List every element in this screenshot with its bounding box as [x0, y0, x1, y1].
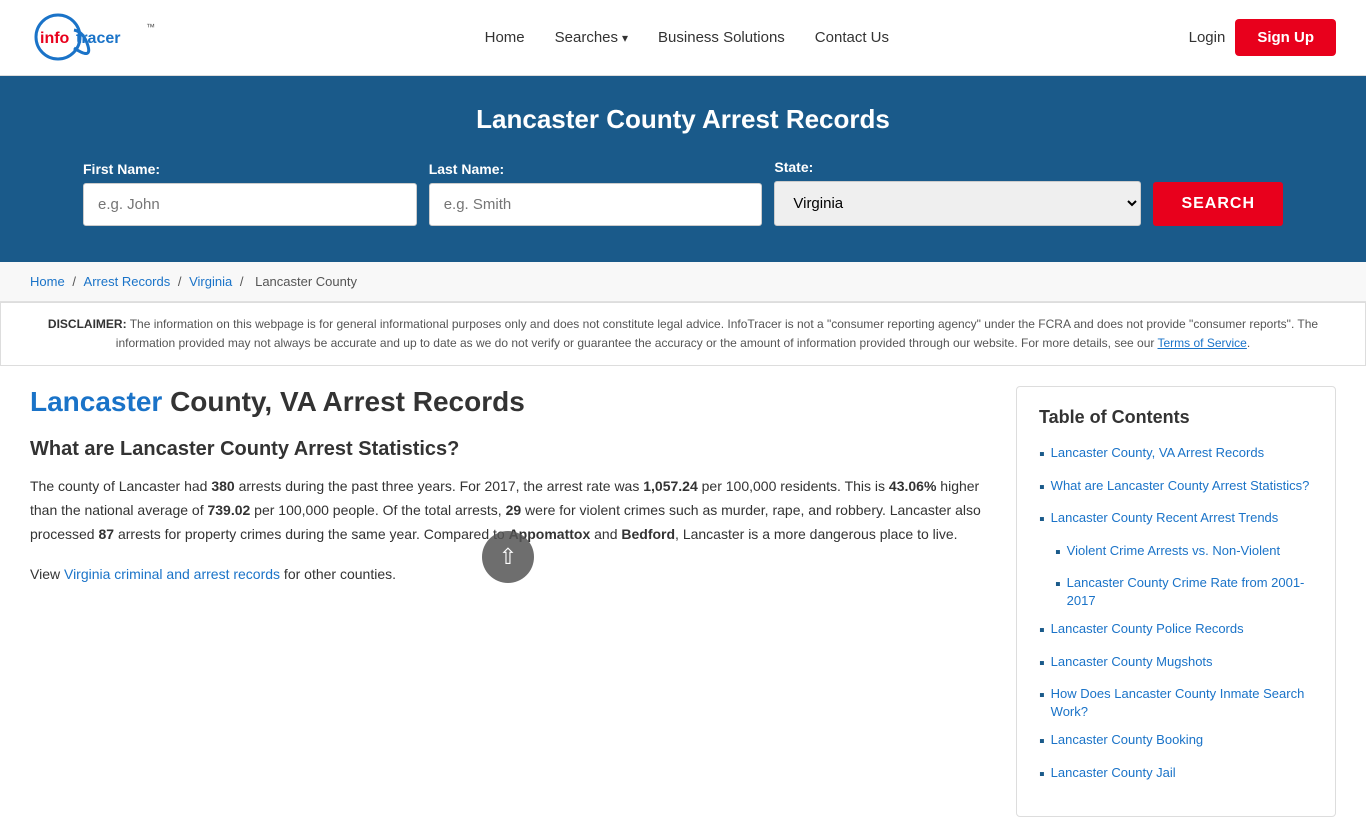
last-name-label: Last Name:: [429, 161, 763, 177]
toc-link[interactable]: Lancaster County, VA Arrest Records: [1051, 444, 1264, 462]
toc-heading: Table of Contents: [1039, 407, 1313, 428]
toc-link[interactable]: Lancaster County Jail: [1051, 764, 1176, 782]
breadcrumb: Home / Arrest Records / Virginia / Lanca…: [0, 262, 1366, 302]
main-nav: Home Searches ▾ Business Solutions Conta…: [485, 29, 889, 46]
auth-buttons: Login Sign Up: [1189, 19, 1336, 56]
state-label: State:: [774, 159, 1141, 175]
main-content: Lancaster County, VA Arrest Records What…: [0, 366, 1366, 837]
first-name-label: First Name:: [83, 161, 417, 177]
para1-part2: arrests during the past three years. For…: [235, 478, 644, 494]
breadcrumb-virginia[interactable]: Virginia: [189, 274, 232, 289]
signup-button[interactable]: Sign Up: [1235, 19, 1336, 56]
arrests-count: 380: [211, 478, 234, 494]
toc-link[interactable]: Lancaster County Mugshots: [1051, 653, 1213, 671]
terms-of-service-link[interactable]: Terms of Service: [1158, 336, 1247, 350]
toc-link[interactable]: Violent Crime Arrests vs. Non-Violent: [1067, 542, 1280, 560]
chevron-down-icon: ▾: [622, 31, 628, 45]
para1-part8: , Lancaster is a more dangerous place to…: [675, 526, 958, 542]
first-name-group: First Name:: [83, 161, 417, 226]
stats-heading: What are Lancaster County Arrest Statist…: [30, 438, 986, 461]
toc-item: ▪ Lancaster County Booking: [1039, 731, 1313, 753]
hero-section: Lancaster County Arrest Records First Na…: [0, 76, 1366, 262]
toc-bullet-icon: ▪: [1055, 574, 1061, 596]
logo[interactable]: info tracer ™: [30, 10, 185, 65]
svg-text:info: info: [40, 30, 70, 47]
view-link-suffix: for other counties.: [280, 566, 396, 582]
breadcrumb-home[interactable]: Home: [30, 274, 65, 289]
toc-item: ▪ What are Lancaster County Arrest Statis…: [1039, 477, 1313, 499]
higher-pct: 43.06%: [889, 478, 936, 494]
toc-bullet-icon: ▪: [1039, 509, 1045, 531]
toc-item: ▪ Lancaster County, VA Arrest Records: [1039, 444, 1313, 466]
toc-list: ▪ Lancaster County, VA Arrest Records ▪ Wha…: [1039, 444, 1313, 786]
state-select[interactable]: Virginia: [774, 181, 1141, 226]
virginia-records-link[interactable]: Virginia criminal and arrest records: [64, 566, 280, 582]
disclaimer-text: The information on this webpage is for g…: [116, 317, 1318, 350]
svg-text:™: ™: [146, 22, 155, 32]
scroll-up-button[interactable]: ⇧: [482, 531, 534, 583]
toc-item: ▪ Lancaster County Mugshots: [1039, 653, 1313, 675]
para1-part3: per 100,000 residents. This is: [698, 478, 889, 494]
para1-part5: per 100,000 people. Of the total arrests…: [250, 502, 505, 518]
compare2: Bedford: [621, 526, 675, 542]
login-button[interactable]: Login: [1189, 29, 1226, 46]
toc-item: ▪ How Does Lancaster County Inmate Search…: [1039, 685, 1313, 721]
toc-item: ▪ Lancaster County Police Records: [1039, 620, 1313, 642]
search-button[interactable]: SEARCH: [1153, 182, 1283, 226]
toc-link[interactable]: How Does Lancaster County Inmate Search …: [1051, 685, 1313, 721]
toc-link[interactable]: Lancaster County Crime Rate from 2001-20…: [1067, 574, 1313, 610]
last-name-group: Last Name:: [429, 161, 763, 226]
toc-link[interactable]: Lancaster County Recent Arrest Trends: [1051, 509, 1279, 527]
disclaimer-label: DISCLAIMER:: [48, 317, 127, 331]
toc-bullet-icon: ▪: [1039, 764, 1045, 786]
toc-link[interactable]: Lancaster County Booking: [1051, 731, 1203, 749]
para1-part1: The county of Lancaster had: [30, 478, 211, 494]
hero-title: Lancaster County Arrest Records: [30, 104, 1336, 135]
heading-highlight: Lancaster: [30, 386, 162, 417]
article: Lancaster County, VA Arrest Records What…: [30, 386, 1016, 602]
heading-rest: County, VA Arrest Records: [162, 386, 525, 417]
svg-text:tracer: tracer: [76, 30, 120, 47]
toc-link[interactable]: What are Lancaster County Arrest Statist…: [1051, 477, 1310, 495]
national-avg: 739.02: [207, 502, 250, 518]
site-header: info tracer ™ Home Searches ▾ Business S…: [0, 0, 1366, 76]
toc-bullet-icon: ▪: [1039, 444, 1045, 466]
toc-bullet-icon: ▪: [1039, 685, 1045, 707]
nav-contact-us[interactable]: Contact Us: [815, 29, 889, 46]
toc-link[interactable]: Lancaster County Police Records: [1051, 620, 1244, 638]
breadcrumb-lancaster-county: Lancaster County: [255, 274, 357, 289]
toc-bullet-icon: ▪: [1039, 653, 1045, 675]
breadcrumb-arrest-records[interactable]: Arrest Records: [84, 274, 171, 289]
toc-item: ▪ Lancaster County Crime Rate from 2001-2…: [1039, 574, 1313, 610]
toc-bullet-icon: ▪: [1039, 731, 1045, 753]
toc-bullet-icon: ▪: [1055, 542, 1061, 564]
nav-business-solutions[interactable]: Business Solutions: [658, 29, 785, 46]
toc-item: ▪ Violent Crime Arrests vs. Non-Violent: [1039, 542, 1313, 564]
violent-count: 29: [506, 502, 522, 518]
nav-searches[interactable]: Searches ▾: [555, 29, 628, 46]
para1-part7: arrests for property crimes during the s…: [114, 526, 509, 542]
search-form: First Name: Last Name: State: Virginia S…: [83, 159, 1283, 226]
nav-home[interactable]: Home: [485, 29, 525, 46]
article-heading: Lancaster County, VA Arrest Records: [30, 386, 986, 418]
table-of-contents: Table of Contents ▪ Lancaster County, VA …: [1016, 386, 1336, 817]
toc-bullet-icon: ▪: [1039, 620, 1045, 642]
arrest-rate: 1,057.24: [643, 478, 698, 494]
property-count: 87: [98, 526, 114, 542]
toc-bullet-icon: ▪: [1039, 477, 1045, 499]
first-name-input[interactable]: [83, 183, 417, 226]
disclaimer-box: DISCLAIMER: The information on this webp…: [0, 302, 1366, 366]
last-name-input[interactable]: [429, 183, 763, 226]
toc-item: ▪ Lancaster County Jail: [1039, 764, 1313, 786]
view-text: View: [30, 566, 64, 582]
state-group: State: Virginia: [774, 159, 1141, 226]
toc-item: ▪ Lancaster County Recent Arrest Trends: [1039, 509, 1313, 531]
